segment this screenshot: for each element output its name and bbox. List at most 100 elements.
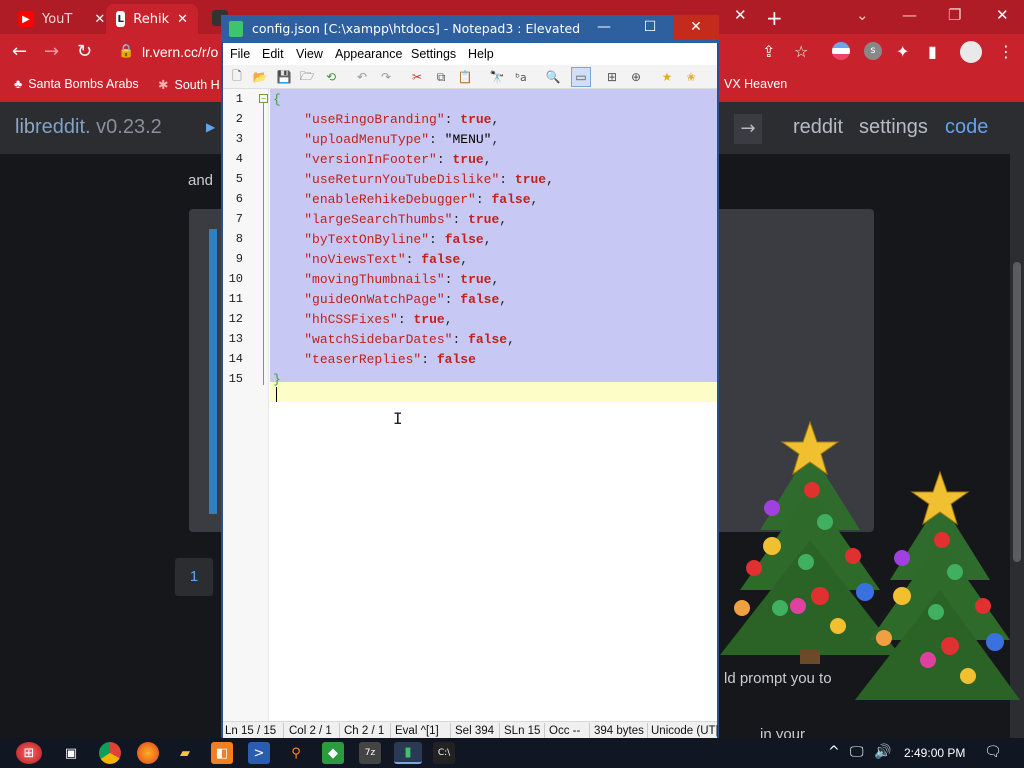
start-button[interactable]: ⊞ [16, 742, 42, 764]
close-button[interactable]: ✕ [673, 15, 719, 39]
paint-icon[interactable]: ◧ [211, 742, 233, 764]
ibeam-cursor-icon: I [393, 409, 403, 428]
app-green-icon[interactable]: ◆ [322, 742, 344, 764]
extensions-puzzle-icon[interactable]: ✦ [896, 42, 909, 61]
close-icon[interactable]: ✕ [734, 6, 747, 24]
window-titlebar[interactable]: config.json [C:\xampp\htdocs] - Notepad3… [221, 15, 719, 43]
menu-appearance[interactable]: Appearance [335, 47, 402, 61]
new-file-icon[interactable]: 🗋 [229, 69, 245, 85]
new-tab-plus-icon[interactable]: + [766, 6, 783, 30]
menu-file[interactable]: File [230, 47, 250, 61]
code-line: "noViewsText": false, [304, 252, 469, 267]
replace-icon[interactable]: ᵇa [513, 69, 529, 85]
menu-edit[interactable]: Edit [262, 47, 284, 61]
code-line: { [273, 92, 281, 107]
forward-icon[interactable]: → [734, 114, 762, 144]
address-bar[interactable]: lr.vern.cc/r/o [142, 44, 218, 60]
revert-icon[interactable]: ⟲ [323, 69, 339, 85]
profile-avatar[interactable] [960, 41, 982, 63]
undo-icon[interactable]: ↶ [354, 69, 370, 85]
taskbar-clock[interactable]: 2:49:00 PM [904, 746, 965, 760]
chrome-icon[interactable] [99, 742, 121, 764]
extension-flag-icon[interactable] [832, 42, 850, 60]
menu-dots-icon[interactable]: ⋮ [998, 42, 1014, 61]
share-icon[interactable]: ⇪ [762, 42, 775, 61]
site-brand[interactable]: libreddit. v0.23.2 [15, 116, 162, 139]
back-arrow-icon[interactable]: ← [12, 41, 27, 62]
maximize-button[interactable]: ☐ [627, 15, 673, 39]
minimize-button[interactable]: — [581, 15, 627, 39]
text-caret [276, 387, 277, 402]
extension-s-icon[interactable]: s [864, 42, 882, 60]
search-app-icon[interactable]: ⚲ [285, 742, 307, 764]
view-icon[interactable]: ⊞ [604, 69, 620, 85]
paste-icon[interactable]: 📋 [457, 69, 473, 85]
tab-youtube[interactable]: ▶ YouT ✕ [8, 4, 115, 34]
menu-settings[interactable]: Settings [411, 47, 456, 61]
reload-icon[interactable]: ↻ [77, 41, 92, 62]
add-favorite-icon[interactable]: ✬ [683, 69, 699, 85]
line-number: 12 [228, 312, 243, 326]
menu-help[interactable]: Help [468, 47, 494, 61]
line-number: 3 [235, 132, 243, 146]
bookmark-vx-heaven[interactable]: VX Heaven [724, 77, 787, 91]
minimize-icon[interactable]: — [902, 6, 917, 24]
find-icon[interactable]: 🔭 [489, 69, 505, 85]
word-wrap-icon[interactable]: ▭ [571, 67, 591, 87]
line-number: 15 [228, 372, 243, 386]
status-selection: Sel 394 [455, 725, 495, 737]
page-number-button[interactable]: 1 [175, 558, 213, 596]
tab-rehike[interactable]: L Rehik ✕ [106, 4, 198, 34]
play-icon[interactable]: ▶ [206, 120, 215, 134]
bookmark-star-icon[interactable]: ☆ [794, 42, 808, 61]
line-number: 13 [228, 332, 243, 346]
zoom-in-icon[interactable]: ⊕ [628, 69, 644, 85]
redo-icon[interactable]: ↷ [378, 69, 394, 85]
notepad3-taskbar-icon[interactable]: ▮ [394, 742, 422, 764]
close-icon[interactable]: ✕ [177, 12, 188, 27]
nav-code[interactable]: code [945, 116, 988, 139]
network-icon[interactable]: 🖵 [850, 744, 864, 760]
cmd-icon[interactable]: C:\ [433, 742, 455, 764]
favorites-star-icon[interactable]: ★ [659, 69, 675, 85]
tray-chevron-icon[interactable]: ^ [828, 744, 840, 760]
nav-settings[interactable]: settings [859, 116, 928, 139]
7zip-icon[interactable]: 7z [359, 742, 381, 764]
tab-label: Rehik [133, 11, 170, 27]
firefox-icon[interactable] [137, 742, 159, 764]
code-line: "byTextOnByline": false, [304, 232, 492, 247]
bookmark-santa[interactable]: ♣ Santa Bombs Arabs [14, 77, 139, 91]
volume-icon[interactable]: 🔊 [874, 744, 891, 760]
notepad3-window: config.json [C:\xampp\htdocs] - Notepad3… [221, 15, 719, 741]
zoom-icon[interactable]: 🔍 [545, 69, 561, 85]
close-icon[interactable]: ✕ [94, 12, 105, 27]
code-line: } [273, 372, 281, 387]
copy-icon[interactable]: ⧉ [433, 69, 449, 85]
fold-toggle-icon[interactable]: − [259, 94, 268, 103]
code-line: "guideOnWatchPage": false, [304, 292, 508, 307]
open-folder-icon[interactable]: 📂 [252, 69, 268, 85]
notifications-icon[interactable]: 🗨 [984, 744, 1002, 760]
forward-arrow-icon[interactable]: → [44, 41, 59, 62]
menu-view[interactable]: View [296, 47, 323, 61]
nav-reddit[interactable]: reddit [793, 116, 843, 139]
save-as-icon[interactable]: 🗁 [299, 69, 315, 85]
toolbar: 🗋 📂 💾 🗁 ⟲ ↶ ↷ ✂ ⧉ 📋 🔭 ᵇa 🔍 ▭ ⊞ ⊕ ★ ✬ [223, 65, 717, 89]
chevron-down-icon[interactable]: ⌄ [856, 6, 869, 24]
bookmark-south[interactable]: ✱ South H [158, 77, 220, 93]
lock-icon[interactable]: 🔒 [118, 44, 134, 59]
save-icon[interactable]: 💾 [276, 69, 292, 85]
editor-area[interactable]: − 1 2 3 4 5 6 7 8 9 10 11 12 13 14 15 I { "useRingoBra… [223, 89, 717, 721]
restore-icon[interactable]: ❐ [948, 6, 961, 24]
code-line: "movingThumbnails": true, [304, 272, 500, 287]
close-window-icon[interactable]: ✕ [996, 6, 1009, 24]
status-eval: Eval ^[1] [395, 725, 439, 737]
file-explorer-icon[interactable]: ▰ [174, 742, 196, 764]
powershell-icon[interactable]: > [248, 742, 270, 764]
bookmark-icon: ♣ [14, 77, 23, 91]
code-line: "uploadMenuType": "MENU", [304, 132, 500, 147]
task-view-icon[interactable]: ▣ [60, 742, 82, 764]
status-encoding[interactable]: Unicode (UT| [651, 725, 719, 737]
cut-icon[interactable]: ✂ [409, 69, 425, 85]
side-panel-icon[interactable]: ▮ [928, 42, 937, 61]
